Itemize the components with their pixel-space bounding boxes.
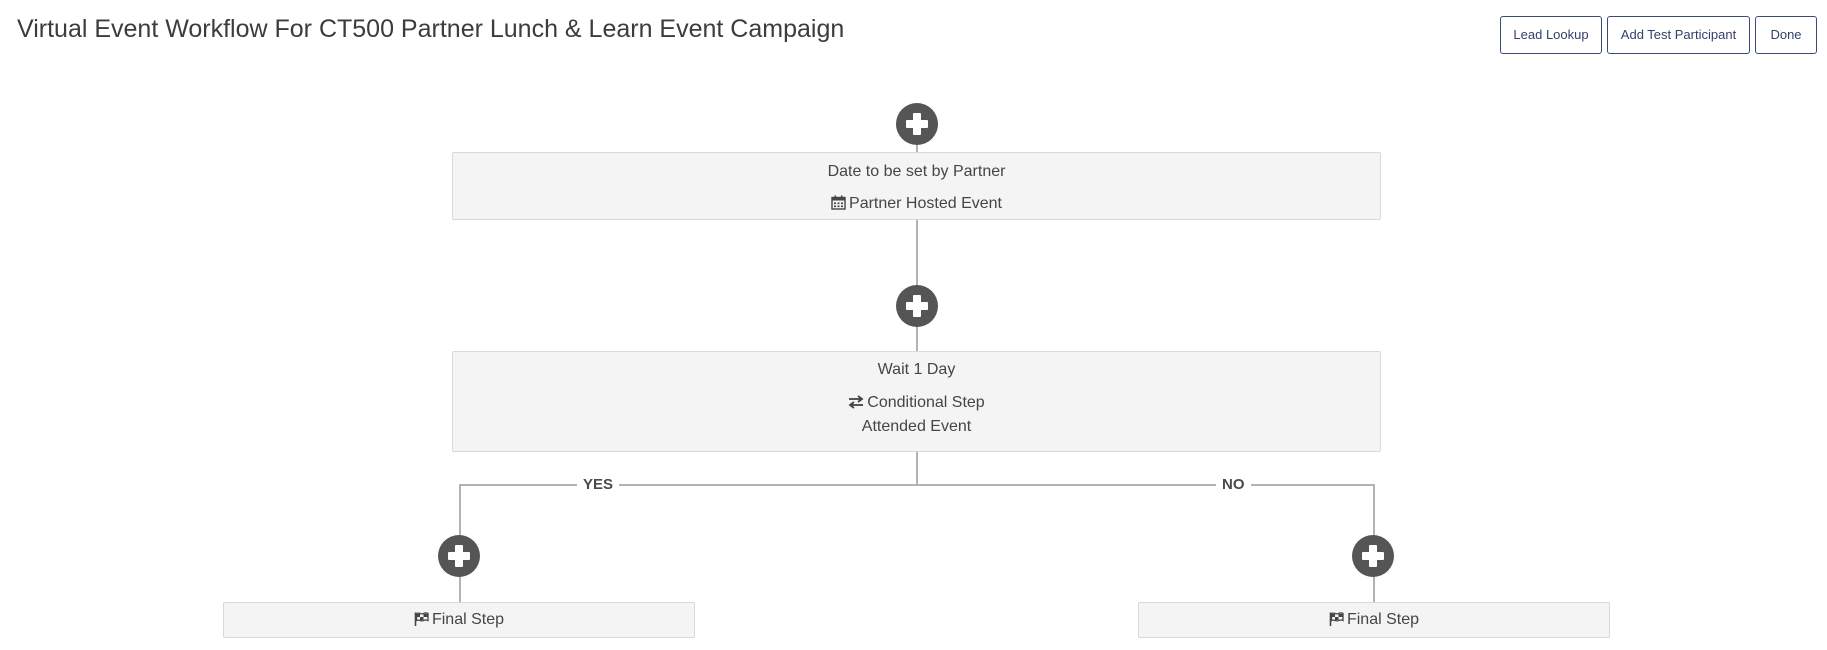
add-step-button[interactable]	[896, 285, 938, 327]
final-step-card-yes[interactable]: Final Step	[223, 602, 695, 638]
step-title: Date to be set by Partner	[827, 163, 1006, 180]
calendar-icon	[831, 195, 846, 210]
add-step-button[interactable]	[896, 103, 938, 145]
connector-line	[916, 451, 918, 486]
lead-lookup-button[interactable]: Lead Lookup	[1500, 16, 1602, 54]
flag-checkered-icon	[1329, 612, 1344, 626]
final-step-label: Final Step	[431, 611, 505, 628]
page-title: Virtual Event Workflow For CT500 Partner…	[17, 15, 845, 43]
add-test-participant-button[interactable]: Add Test Participant	[1607, 16, 1750, 54]
workflow-step-card[interactable]: Date to be set by Partner Partner Hosted…	[452, 152, 1381, 220]
connector-line	[459, 484, 461, 536]
connector-line	[916, 325, 918, 352]
workflow-step-card[interactable]: Wait 1 Day Conditional Step Attended Eve…	[452, 351, 1381, 452]
add-step-button-yes-branch[interactable]	[438, 535, 480, 577]
step-condition-label: Attended Event	[861, 418, 972, 435]
step-title: Wait 1 Day	[877, 361, 956, 378]
add-step-button-no-branch[interactable]	[1352, 535, 1394, 577]
branch-label-no: NO	[1216, 476, 1251, 494]
final-step-label: Final Step	[1346, 611, 1420, 628]
step-type-label: Partner Hosted Event	[849, 195, 1002, 212]
exchange-arrows-icon	[848, 395, 864, 409]
connector-line	[459, 576, 461, 602]
connector-line	[1373, 576, 1375, 602]
connector-line	[1373, 484, 1375, 536]
final-step-card-no[interactable]: Final Step	[1138, 602, 1610, 638]
branch-label-yes: YES	[577, 476, 620, 494]
flag-checkered-icon	[414, 612, 429, 626]
connector-line	[916, 219, 918, 286]
step-type-label: Conditional Step	[867, 394, 985, 411]
done-button[interactable]: Done	[1755, 16, 1817, 54]
toolbar: Lead Lookup Add Test Participant Done	[1500, 16, 1817, 54]
